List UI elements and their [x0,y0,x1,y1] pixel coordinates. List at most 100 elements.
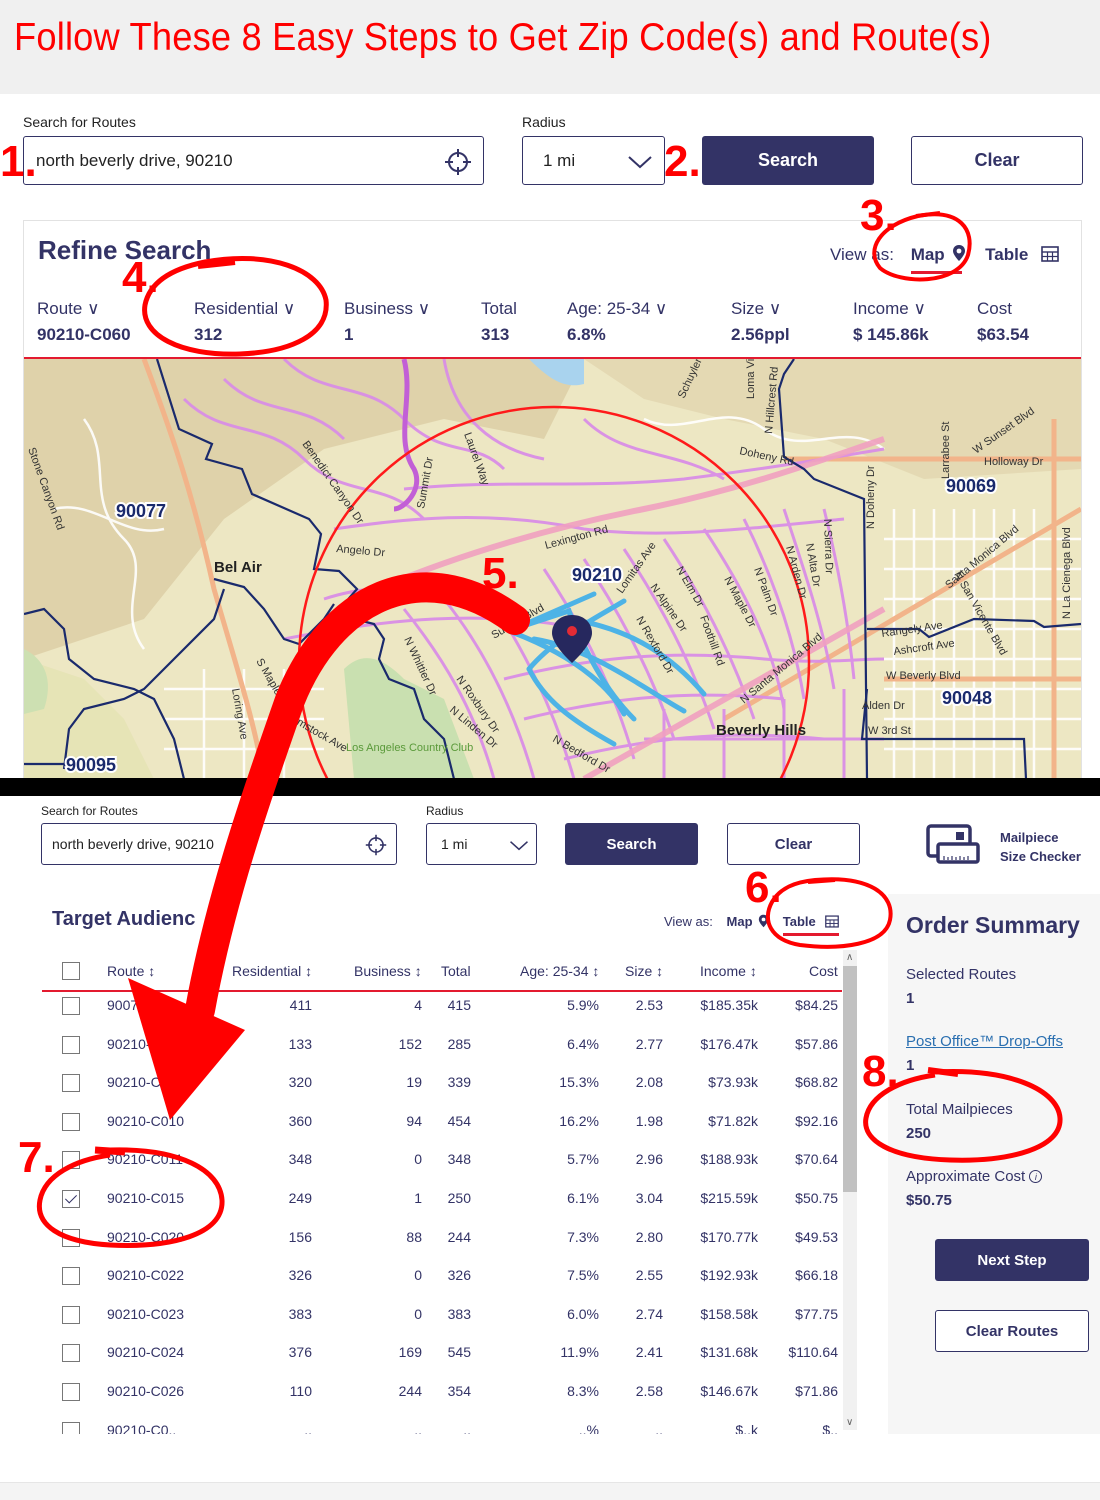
table-row[interactable]: 90210-C023 383 0 383 6.0% 2.74 $158.58k $77.75 [0,1305,845,1344]
view-map-tab[interactable]: Map [910,244,967,274]
col-header-age[interactable]: Age: 25-34 ↕ [520,963,599,979]
next-step-button[interactable]: Next Step [935,1239,1089,1281]
stat-age[interactable]: Age: 25-34 ∨ 6.8% [567,299,667,345]
cell-size: 2.58 [635,1383,663,1399]
table-row[interactable]: 90210-C020 156 88 244 7.3% 2.80 $170.77k $49.53 [0,1228,845,1267]
table-row[interactable]: 90210-C024 376 169 545 11.9% 2.41 $131.68k $110… [0,1344,845,1382]
search-input[interactable]: north beverly drive, 90210 [23,136,484,185]
radius-select[interactable]: 1 mi [426,823,537,865]
radius-label: Radius [522,114,566,130]
locate-crosshair-icon[interactable] [365,834,387,856]
select-all-checkbox[interactable] [62,962,80,980]
route-checkbox[interactable] [62,997,80,1015]
table-row[interactable]: 90210-C010 360 94 454 16.2% 1.98 $71.82k $92.16 [0,1112,845,1151]
route-checkbox[interactable] [62,1344,80,1363]
table-row[interactable]: 90210-C026 110 244 354 8.3% 2.58 $146.67k $71.8… [0,1383,845,1421]
route-checkbox[interactable] [62,1228,80,1247]
stat-income[interactable]: Income ∨ $ 145.86k [853,299,929,345]
route-checkbox[interactable] [62,1074,80,1093]
stat-size[interactable]: Size ∨ 2.56ppl [731,299,790,345]
stat-value: 313 [481,325,510,344]
table-row[interactable]: 90210-C011 348 0 348 5.7% 2.96 $188.93k $70.64 [0,1151,845,1189]
view-table-tab[interactable]: Table [985,245,1059,265]
col-label: Residential [232,963,302,979]
clear-routes-button[interactable]: Clear Routes [935,1310,1089,1352]
street-label: Holloway Dr [984,456,1044,468]
col-header-business[interactable]: Business ↕ [354,963,422,979]
stat-value: $ 145.86k [853,325,929,344]
mailpiece-checker-line2: Size Checker [1000,849,1081,864]
col-label: Age: 25-34 [520,963,589,979]
cell-age: 6.4% [567,1035,599,1052]
cell-total: 348 [447,1151,471,1168]
col-header-route[interactable]: Route ↕ [107,963,155,979]
table-row[interactable]: 90077-C0.. 411 4 415 5.9% 2.53 $185.35k $84.25 [0,997,845,1035]
zip-label-90048: 90048 [942,688,992,708]
table-row[interactable]: 90210-C0..........%.. $..k $.. [0,1421,845,1434]
cell-business: 152 [398,1035,422,1052]
scroll-up-arrow-icon[interactable]: ∧ [846,952,853,963]
step-2-label: 2. [664,137,701,186]
cell-income: $73.93k [708,1074,758,1091]
route-map[interactable]: 90077 90210 90069 90048 90095 Bel Air Be… [24,359,1081,779]
table-scrollbar[interactable]: ∧ ∨ [843,950,857,1430]
mailpiece-size-checker-link[interactable]: Mailpiece Size Checker [926,824,1096,868]
locate-crosshair-icon[interactable] [444,148,472,176]
search-button[interactable]: Search [702,136,874,185]
stat-route[interactable]: Route ∨ 90210-C060 [37,299,131,345]
cell-residential: 156 [288,1228,312,1245]
cell-age: 5.7% [567,1151,599,1168]
street-label: Larrabee St [940,422,952,479]
route-checkbox[interactable] [62,1267,80,1286]
map-canvas[interactable]: 90077 90210 90069 90048 90095 Bel Air Be… [24,359,1081,779]
clear-button[interactable]: Clear [911,136,1083,185]
route-checkbox[interactable] [62,1035,80,1054]
route-checkbox[interactable] [62,1383,80,1401]
cell-income: $215.59k [700,1190,758,1206]
radius-value: 1 mi [441,836,468,852]
scroll-down-arrow-icon[interactable]: ∨ [846,1417,853,1428]
post-office-drop-offs-link[interactable]: Post Office™ Drop-Offs [906,1033,1063,1050]
street-label: Alden Dr [862,700,905,712]
zip-label-90069: 90069 [946,476,996,496]
col-header-size[interactable]: Size ↕ [625,963,663,979]
routes-table-body: 90077-C0.. 411 4 415 5.9% 2.53 $185.35k $84.25 9… [0,992,845,1434]
route-checkbox[interactable] [62,1305,80,1324]
cell-income: $146.67k [700,1383,758,1399]
route-checkbox[interactable] [62,1112,80,1131]
cell-route: 90077-C0.. [107,997,177,1013]
table-row[interactable]: 90210-C015 249 1 250 6.1% 3.04 $215.59k $50.75 [0,1190,845,1228]
view-map-tab[interactable]: Map [727,914,770,929]
search-button[interactable]: Search [565,823,698,865]
scrollbar-thumb[interactable] [843,966,857,1192]
street-label: Loma Vista Dr [745,359,757,399]
col-header-income[interactable]: Income ↕ [700,963,757,979]
cell-business: .. [414,1421,422,1434]
view-map-label: Map [910,245,945,264]
view-table-tab[interactable]: Table [782,914,840,936]
map-pin-icon [758,914,769,928]
order-summary-panel: Order Summary Selected Routes 1 Post Off… [888,894,1100,1434]
stat-residential[interactable]: Residential ∨ 312 [194,299,295,345]
radius-select[interactable]: 1 mi [522,136,665,185]
route-checkbox[interactable] [62,1151,80,1170]
stat-total: Total 313 [481,299,517,345]
cell-route: 90210-C0.. [107,1074,177,1091]
route-checkbox[interactable] [62,1421,80,1434]
info-icon[interactable]: i [1029,1170,1043,1183]
table-row[interactable]: 90210-C022 326 0 326 7.5% 2.55 $192.93k $66.18 [0,1267,845,1305]
search-input[interactable]: north beverly drive, 90210 [41,823,397,865]
cell-route: 90210-C022 [107,1267,185,1284]
cell-business: 244 [398,1383,422,1399]
table-grid-icon [1041,246,1059,262]
route-checkbox[interactable] [62,1190,80,1208]
table-row[interactable]: 90210-C0.. 320 19 339 15.3% 2.08 $73.93k $68.82 [0,1074,845,1112]
stat-business[interactable]: Business ∨ 1 [344,299,430,345]
cell-residential: 411 [289,997,312,1013]
table-row[interactable]: 90210-C0.. 133 152 285 6.4% 2.77 $176.47k $57.8… [0,1035,845,1074]
cell-residential: 376 [288,1344,312,1361]
col-header-residential[interactable]: Residential ↕ [232,963,312,979]
view-as-label: View as: [664,914,713,929]
clear-button[interactable]: Clear [727,823,860,865]
cell-size: 2.80 [635,1228,663,1245]
